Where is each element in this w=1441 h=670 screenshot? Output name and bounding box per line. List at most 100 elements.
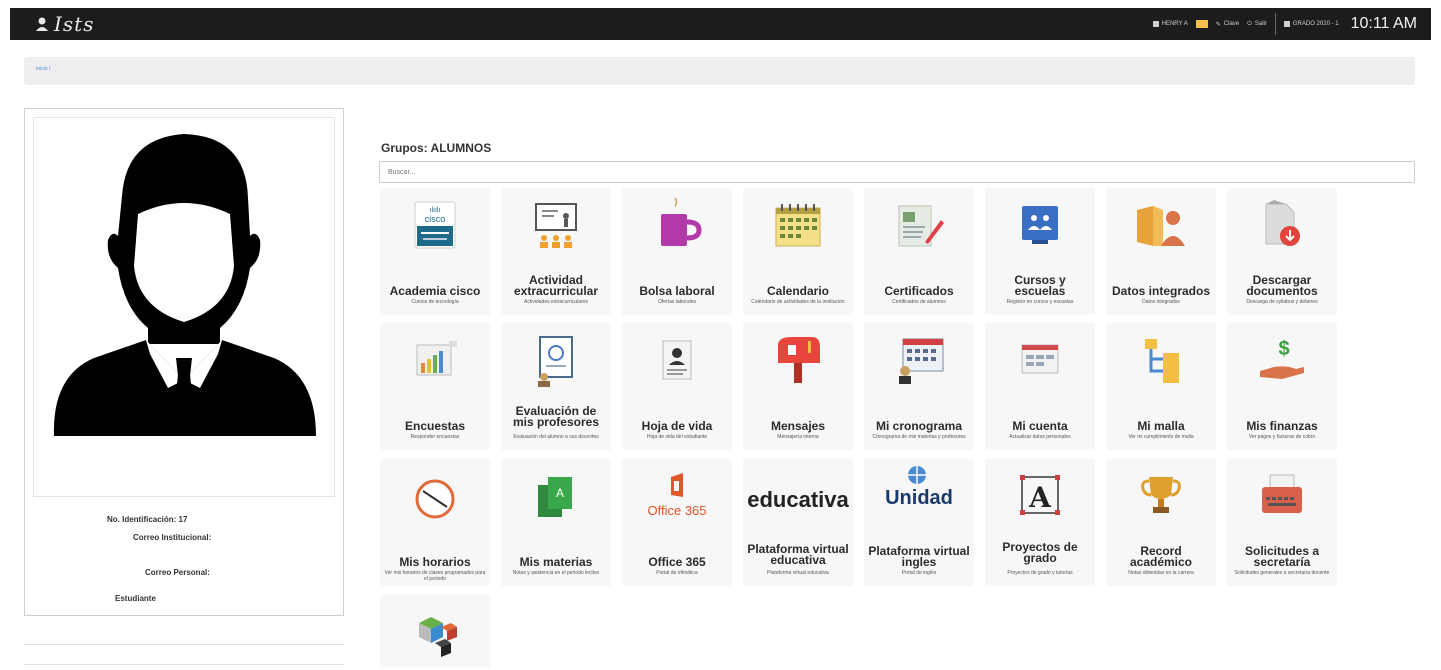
app-tile-mis-horarios[interactable]: Mis horarios Ver mis horarios de clases … <box>380 459 490 586</box>
app-description: Ver mi cumplimiento de malla <box>1128 434 1194 440</box>
calendar-icon <box>775 204 821 247</box>
app-tile-bolsa-laboral[interactable]: Bolsa laboral Ofertas laborales <box>622 188 732 315</box>
profile-card: No. Identificación: 17 Correo Institucio… <box>24 108 344 616</box>
courses-icon <box>1022 206 1058 244</box>
power-icon: ⏻ <box>1247 20 1252 27</box>
breadcrumb-home-link[interactable]: Inicio / <box>36 66 50 72</box>
app-tile-cursos-y-escuelas[interactable]: Cursos y escuelas Registro en cursos y e… <box>985 188 1095 315</box>
app-title: Bolsa laboral <box>639 284 715 298</box>
app-grid: ılıılı cisco Academia cisco Cursos de te… <box>380 188 1340 670</box>
grado-selector[interactable]: GRADO 2020 - 1 <box>1283 21 1339 27</box>
app-tile-cubes[interactable] <box>380 595 490 667</box>
app-description: Actualizar datos personales <box>1009 434 1071 440</box>
app-tile-actividad-extracurricular[interactable]: Actividad extracurricular Actividades ex… <box>501 188 611 315</box>
breadcrumb: Inicio / <box>24 57 1415 85</box>
svg-text:cisco: cisco <box>425 214 446 224</box>
personal-email-label: Correo Personal: <box>145 568 210 577</box>
clave-link[interactable]: ✎ Clave <box>1216 21 1239 28</box>
curriculum-icon <box>1145 339 1179 383</box>
app-title: Encuestas <box>404 419 466 433</box>
search-input[interactable] <box>379 161 1415 183</box>
app-title: Proyectos de grado <box>1002 540 1078 565</box>
institutional-email-label: Correo Institucional: <box>133 533 212 542</box>
app-tile-datos-integrados[interactable]: Datos integrados Datos integrados <box>1106 188 1216 315</box>
app-logo[interactable]: Ists <box>34 12 94 36</box>
cisco-icon: ılıılı cisco <box>414 201 456 249</box>
app-tile-mis-finanzas[interactable]: $ Mis finanzas Ver pagos y facturas de c… <box>1227 323 1337 450</box>
app-title: Mi cuenta <box>1012 419 1068 433</box>
app-description: Cronograma de mis materias y profesores <box>872 434 966 440</box>
key-icon: ✎ <box>1215 21 1221 28</box>
app-title: Mis finanzas <box>1246 419 1318 433</box>
presentation-icon <box>535 203 577 248</box>
mailbox-icon <box>778 337 820 383</box>
app-description: Datos integrados <box>1142 299 1180 305</box>
grado-label: GRADO 2020 - 1 <box>1292 21 1339 27</box>
logo-text: Ists <box>54 12 95 36</box>
survey-chart-icon <box>416 341 457 376</box>
certificate-icon <box>898 205 944 247</box>
app-description: Responder encuestas <box>410 434 460 440</box>
globe-icon <box>908 466 926 484</box>
app-tile-solicitudes-secretaria[interactable]: Solicitudes a secretaría Solicitudes gen… <box>1227 459 1337 586</box>
app-description: Hoja de vida del estudiante <box>646 434 708 440</box>
app-tile-plataforma-virtual-educativa[interactable]: educativa Plataforma virtual educativa P… <box>743 459 853 586</box>
app-description: Evaluación del alumno a sus docentes <box>513 434 599 440</box>
app-tile-calendario[interactable]: Calendario Calendario de actividades de … <box>743 188 853 315</box>
salir-link[interactable]: ⏻ Salir <box>1247 21 1267 28</box>
role-label: Estudiante <box>115 594 156 603</box>
svg-text:A: A <box>556 486 564 500</box>
app-description: Portal de inglés <box>901 570 937 576</box>
folder-user-icon <box>1137 206 1185 246</box>
app-description: Notas y asistencia en el periodo lectivo <box>512 570 600 576</box>
app-tile-academia-cisco[interactable]: ılıılı cisco Academia cisco Cursos de te… <box>380 188 490 315</box>
app-title: Solicitudes a secretaría <box>1244 544 1320 569</box>
app-title: Cursos y escuelas <box>1014 273 1066 298</box>
unidad-logo-text: Unidad <box>885 487 953 509</box>
secondary-card <box>24 664 344 670</box>
app-tile-mi-cuenta[interactable]: Mi cuenta Actualizar datos personales <box>985 323 1095 450</box>
avatar <box>33 117 335 497</box>
office365-icon <box>671 473 683 497</box>
app-description: Solicitudes generales a secretaría docen… <box>1234 570 1330 576</box>
app-title: Mensajes <box>770 419 826 433</box>
app-tile-proyectos-de-grado[interactable]: A Proyectos de grado Proyectos de grado … <box>985 459 1095 586</box>
svg-text:ılıılı: ılıılı <box>430 207 441 214</box>
finance-icon: $ <box>1260 338 1304 379</box>
app-description: Notas obtenidas en la carrera <box>1128 570 1194 576</box>
user-silhouette-icon <box>53 134 316 436</box>
user-menu[interactable]: HENRY A <box>1152 21 1188 27</box>
books-icon: A <box>538 477 572 517</box>
app-tile-hoja-de-vida[interactable]: Hoja de vida Hoja de vida del estudiante <box>622 323 732 450</box>
app-description: Plataforma virtual educativa <box>767 570 829 576</box>
app-tile-certificados[interactable]: Certificados Certificados de alumnos <box>864 188 974 315</box>
app-tile-mi-cronograma[interactable]: Mi cronograma Cronograma de mis materias… <box>864 323 974 450</box>
app-tile-mi-malla[interactable]: Mi malla Ver mi cumplimiento de malla <box>1106 323 1216 450</box>
app-tile-mis-materias[interactable]: A Mis materias Notas y asistencia en el … <box>501 459 611 586</box>
app-tile-office-365[interactable]: Office 365 Office 365 Portal de ofimátic… <box>622 459 732 586</box>
app-tile-plataforma-virtual-ingles[interactable]: Unidad Plataforma virtual ingles Portal … <box>864 459 974 586</box>
svg-text:$: $ <box>1278 338 1289 360</box>
app-description: Certificados de alumnos <box>892 299 946 305</box>
mail-icon[interactable] <box>1195 20 1208 28</box>
app-description: Descarga de syllabus y deberes <box>1246 299 1318 305</box>
app-title: Hoja de vida <box>641 419 713 433</box>
app-description: Mensajería interna <box>777 434 819 440</box>
app-description: Ver pagos y facturas de cobro <box>1248 434 1316 440</box>
app-tile-mensajes[interactable]: Mensajes Mensajería interna <box>743 323 853 450</box>
app-title: Mis horarios <box>399 555 471 569</box>
evaluation-icon <box>538 336 573 387</box>
app-tile-record-academico[interactable]: Record académico Notas obtenidas en la c… <box>1106 459 1216 586</box>
app-title: Descargar documentos <box>1246 273 1318 298</box>
trophy-icon <box>1141 477 1181 513</box>
app-title: Office 365 <box>648 555 706 569</box>
app-description: Ofertas laborales <box>657 299 697 305</box>
salir-label: Salir <box>1254 21 1267 27</box>
schedule-icon <box>899 338 944 384</box>
app-title: Actividad extracurricular <box>513 273 599 298</box>
group-title: Grupos: ALUMNOS <box>381 141 492 155</box>
app-tile-evaluacion-profesores[interactable]: Evaluación de mis profesores Evaluación … <box>501 323 611 450</box>
app-description: Calendario de actividades de la instituc… <box>751 299 845 305</box>
app-tile-descargar-documentos[interactable]: Descargar documentos Descarga de syllabu… <box>1227 188 1337 315</box>
app-tile-encuestas[interactable]: Encuestas Responder encuestas <box>380 323 490 450</box>
